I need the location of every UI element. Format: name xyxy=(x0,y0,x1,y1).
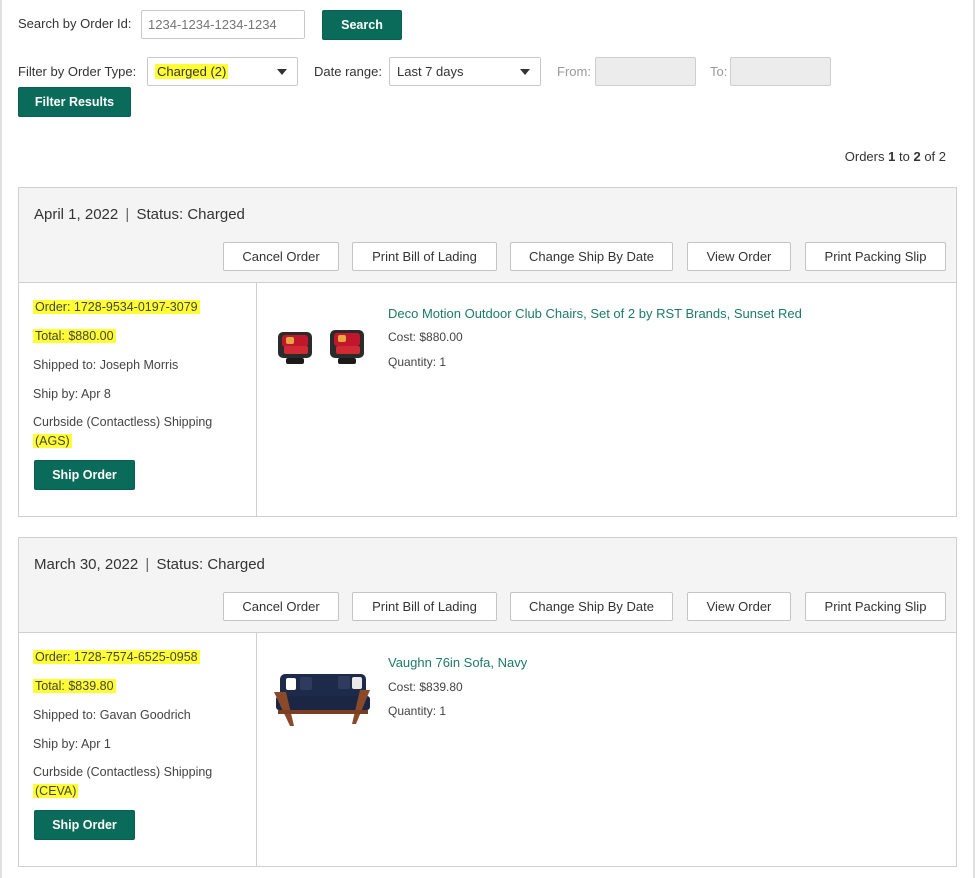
print-bill-of-lading-button[interactable]: Print Bill of Lading xyxy=(352,592,497,621)
product-name-link[interactable]: Vaughn 76in Sofa, Navy xyxy=(388,655,527,670)
ship-order-button[interactable]: Ship Order xyxy=(34,810,135,840)
filter-results-button[interactable]: Filter Results xyxy=(18,87,131,117)
product-name-link[interactable]: Deco Motion Outdoor Club Chairs, Set of … xyxy=(388,306,802,321)
pagination-summary: Orders 1 to 2 of 2 xyxy=(844,149,946,164)
print-packing-slip-button[interactable]: Print Packing Slip xyxy=(805,592,946,621)
order-card: March 30, 2022 | Status: Charged Cancel … xyxy=(18,537,957,867)
date-range-value: Last 7 days xyxy=(397,64,464,79)
carrier: (CEVA) xyxy=(33,784,79,798)
order-id: Order: 1728-9534-0197-3079 xyxy=(33,300,200,314)
view-order-button[interactable]: View Order xyxy=(687,242,791,271)
from-date-input xyxy=(595,57,696,86)
shipped-to: Shipped to: Gavan Goodrich xyxy=(33,708,191,722)
product-cost: Cost: $839.80 xyxy=(388,680,463,694)
date-range-select[interactable]: Last 7 days xyxy=(389,57,541,86)
print-bill-of-lading-button[interactable]: Print Bill of Lading xyxy=(352,242,497,271)
order-total: Total: $839.80 xyxy=(33,679,116,693)
search-label: Search by Order Id: xyxy=(18,16,132,31)
order-details: Order: 1728-9534-0197-3079 Total: $880.0… xyxy=(19,283,257,516)
print-packing-slip-button[interactable]: Print Packing Slip xyxy=(805,242,946,271)
shipping-method: Curbside (Contactless) Shipping xyxy=(33,415,213,429)
to-label: To: xyxy=(710,64,728,79)
date-range-label: Date range: xyxy=(314,64,382,79)
chevron-down-icon xyxy=(520,69,530,75)
from-label: From: xyxy=(557,64,591,79)
order-type-value: Charged (2) xyxy=(155,64,229,79)
cancel-order-button[interactable]: Cancel Order xyxy=(223,592,339,621)
order-card-header: April 1, 2022 | Status: Charged Cancel O… xyxy=(19,188,956,283)
chevron-down-icon xyxy=(277,69,287,75)
order-title: March 30, 2022 | Status: Charged xyxy=(34,556,265,573)
to-date-input xyxy=(730,57,831,86)
ship-order-button[interactable]: Ship Order xyxy=(34,460,135,490)
ship-by: Ship by: Apr 1 xyxy=(33,737,111,751)
page-border-left xyxy=(0,0,2,878)
change-ship-by-date-button[interactable]: Change Ship By Date xyxy=(510,242,673,271)
order-title: April 1, 2022 | Status: Charged xyxy=(34,206,245,223)
order-card: April 1, 2022 | Status: Charged Cancel O… xyxy=(18,187,957,517)
product-quantity: Quantity: 1 xyxy=(388,355,447,369)
order-total: Total: $880.00 xyxy=(33,329,116,343)
product-quantity: Quantity: 1 xyxy=(388,704,447,718)
search-button[interactable]: Search xyxy=(322,10,402,40)
order-id-search-input[interactable] xyxy=(141,10,305,39)
order-details: Order: 1728-7574-6525-0958 Total: $839.8… xyxy=(19,633,257,866)
order-card-header: March 30, 2022 | Status: Charged Cancel … xyxy=(19,538,956,633)
ship-by: Ship by: Apr 8 xyxy=(33,387,111,401)
shipping-method: Curbside (Contactless) Shipping xyxy=(33,765,213,779)
shipped-to: Shipped to: Joseph Morris xyxy=(33,358,179,372)
product-image[interactable] xyxy=(272,662,376,732)
carrier: (AGS) xyxy=(33,434,72,448)
cancel-order-button[interactable]: Cancel Order xyxy=(223,242,339,271)
product-cost: Cost: $880.00 xyxy=(388,330,463,344)
order-id: Order: 1728-7574-6525-0958 xyxy=(33,650,200,664)
change-ship-by-date-button[interactable]: Change Ship By Date xyxy=(510,592,673,621)
order-type-select[interactable]: Charged (2) xyxy=(147,57,298,86)
product-image[interactable] xyxy=(272,322,372,372)
order-type-label: Filter by Order Type: xyxy=(18,64,137,79)
view-order-button[interactable]: View Order xyxy=(687,592,791,621)
